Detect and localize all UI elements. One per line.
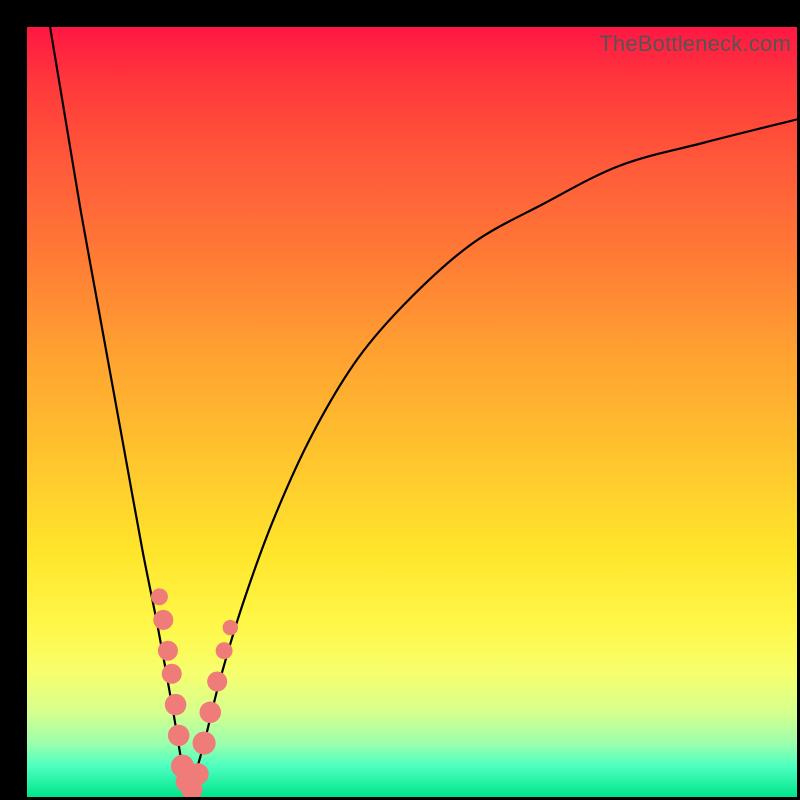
curve-marker: [153, 610, 173, 630]
chart-frame: TheBottleneck.com: [0, 0, 800, 800]
chart-plot-area: TheBottleneck.com: [27, 27, 797, 797]
curve-markers: [151, 588, 238, 797]
curve-right-branch: [189, 119, 797, 797]
curve-marker: [223, 620, 238, 635]
curve-marker: [207, 671, 227, 691]
curve-marker: [216, 642, 233, 659]
curve-marker: [168, 725, 190, 747]
curve-marker: [193, 732, 216, 755]
curve-marker: [165, 694, 187, 716]
curve-marker: [162, 664, 182, 684]
curve-marker: [151, 588, 168, 605]
curve-marker: [199, 702, 221, 724]
curve-marker: [158, 641, 178, 661]
bottleneck-curve: [27, 27, 797, 797]
curve-marker: [187, 763, 209, 785]
